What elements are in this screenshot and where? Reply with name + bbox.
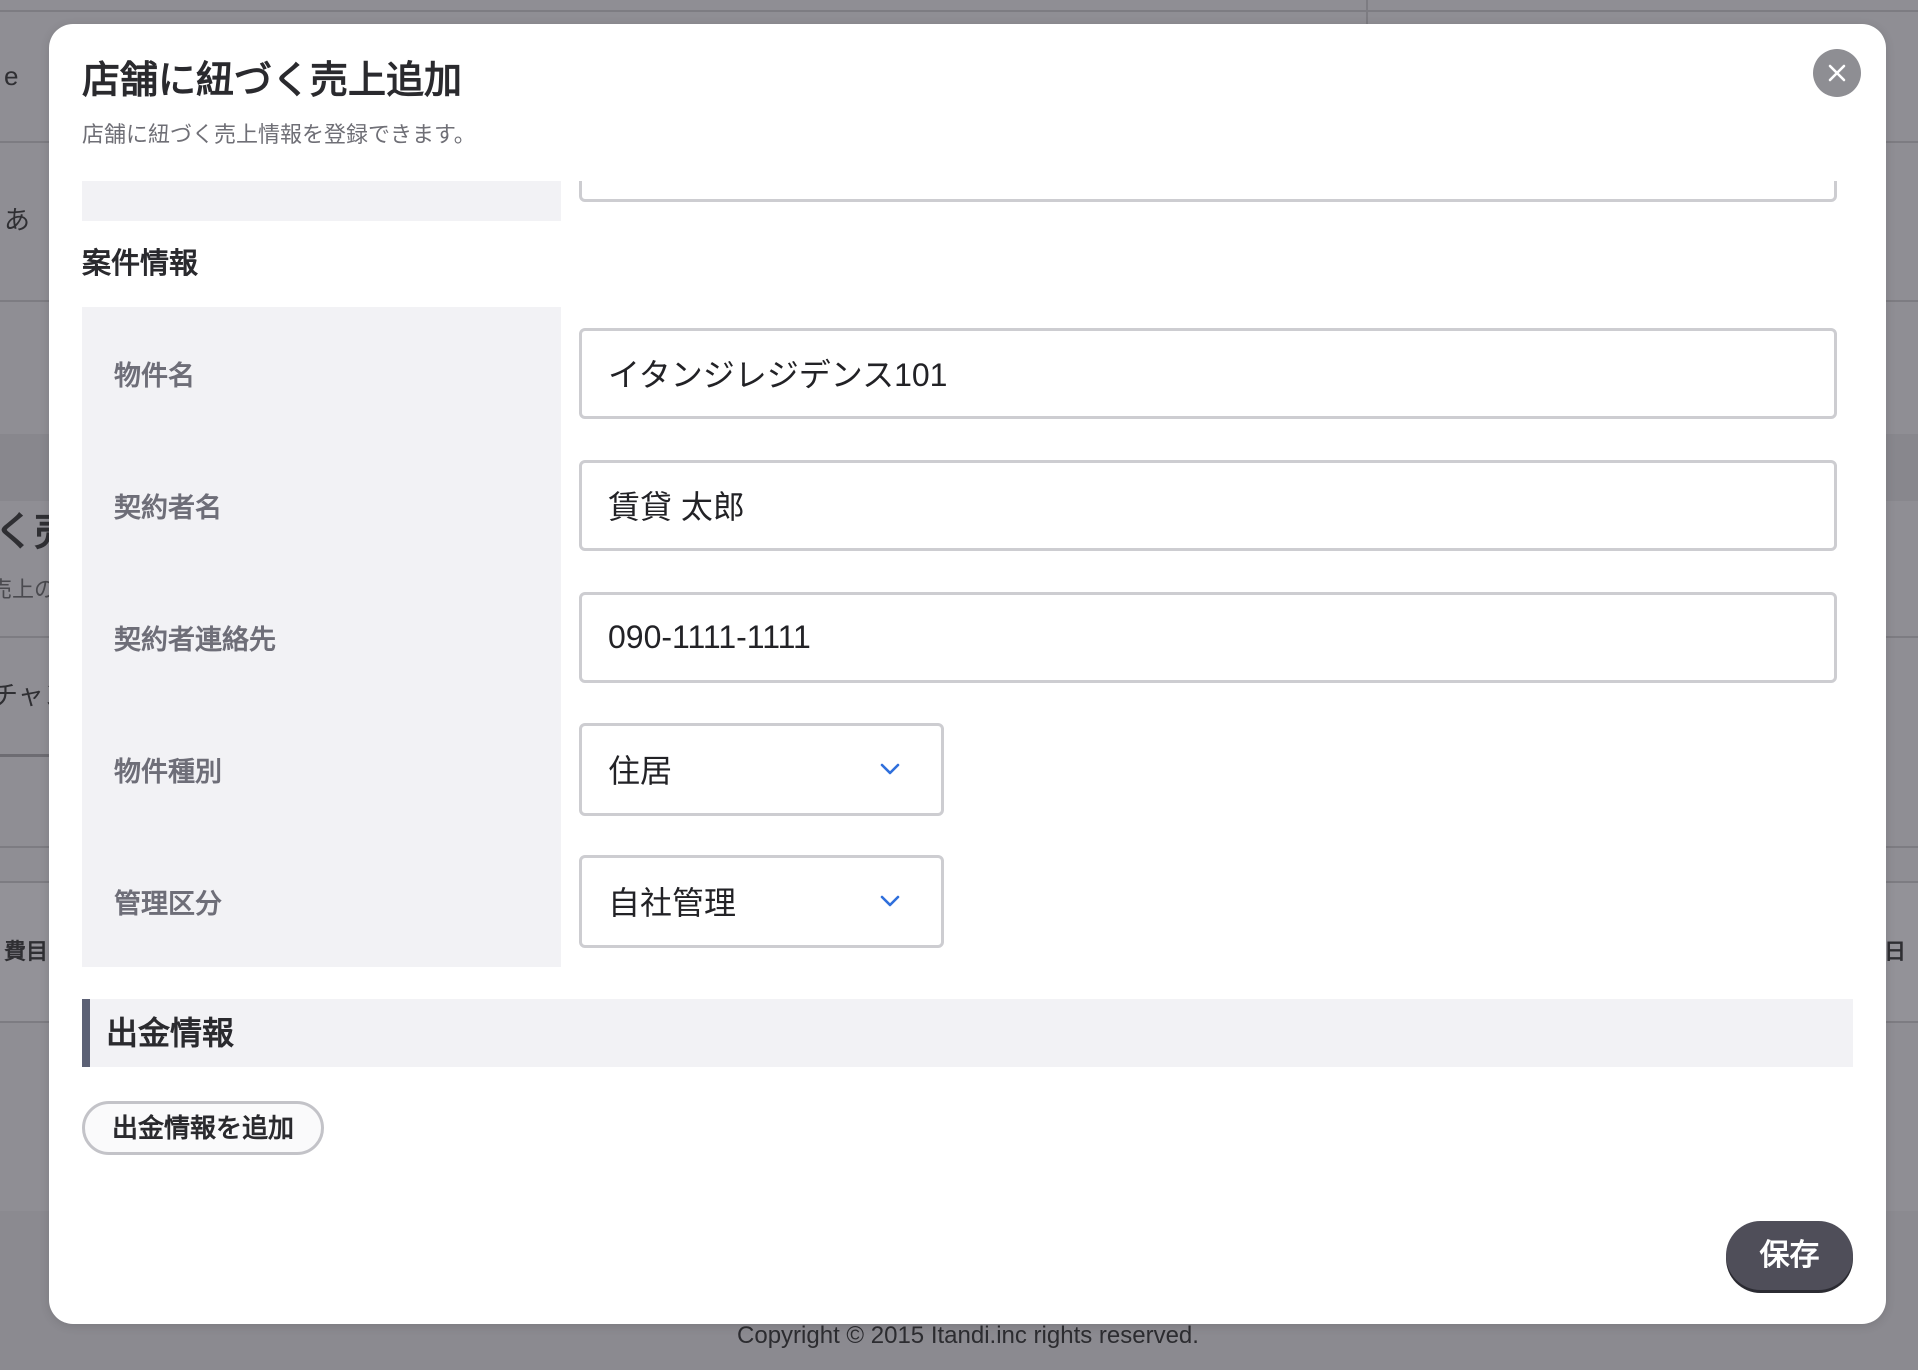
partial-field-label-cell (82, 181, 561, 221)
add-sales-modal: 店舗に紐づく売上追加 店舗に紐づく売上情報を登録できます。 案件情報 物件名 契… (49, 24, 1886, 1324)
property-name-label: 物件名 (82, 307, 561, 439)
contractor-contact-cell (561, 571, 1853, 703)
background-text: 売上の (0, 577, 57, 602)
management-type-label: 管理区分 (82, 835, 561, 967)
modal-scroll-area[interactable]: 案件情報 物件名 契約者名 契約者連絡先 物件種別 (49, 181, 1886, 1204)
copyright-footer: Copyright © 2015 Itandi.inc rights reser… (737, 1322, 1199, 1349)
case-info-form: 物件名 契約者名 契約者連絡先 物件種別 (82, 307, 1853, 967)
contractor-name-cell (561, 439, 1853, 571)
background-divider (0, 10, 1918, 12)
background-text: あ (4, 205, 31, 235)
case-info-heading: 案件情報 (82, 248, 199, 280)
close-icon (1827, 63, 1847, 83)
partial-field-input[interactable] (579, 181, 1837, 202)
background-text: e (4, 61, 19, 91)
contractor-name-input[interactable] (579, 459, 1837, 551)
contractor-name-label: 契約者名 (82, 439, 561, 571)
management-type-select[interactable]: 自社管理 (579, 854, 944, 948)
property-type-select[interactable]: 住居 (579, 722, 944, 816)
contractor-contact-label: 契約者連絡先 (82, 571, 561, 703)
save-button[interactable]: 保存 (1726, 1221, 1853, 1290)
chevron-down-icon (879, 762, 901, 776)
property-type-cell: 住居 (561, 703, 1853, 835)
background-column-header: 費目 (4, 939, 49, 964)
contractor-contact-input[interactable] (579, 591, 1837, 683)
form-row-property-name: 物件名 (82, 307, 1853, 439)
property-type-label: 物件種別 (82, 703, 561, 835)
payment-info-heading: 出金情報 (82, 999, 1853, 1067)
property-type-selected-value: 住居 (608, 753, 673, 789)
modal-title: 店舗に紐づく売上追加 (82, 60, 463, 102)
add-payment-info-button[interactable]: 出金情報を追加 (82, 1101, 324, 1155)
modal-subtitle: 店舗に紐づく売上情報を登録できます。 (82, 122, 476, 147)
form-row-property-type: 物件種別 住居 (82, 703, 1853, 835)
management-type-cell: 自社管理 (561, 835, 1853, 967)
property-name-input[interactable] (579, 327, 1837, 419)
form-row-contractor-contact: 契約者連絡先 (82, 571, 1853, 703)
property-name-cell (561, 307, 1853, 439)
management-type-selected-value: 自社管理 (608, 885, 737, 921)
close-button[interactable] (1813, 49, 1861, 97)
background-column-header: 日 (1884, 939, 1907, 964)
chevron-down-icon (879, 894, 901, 908)
form-row-management-type: 管理区分 自社管理 (82, 835, 1853, 967)
background-divider (1366, 0, 1368, 24)
form-row-contractor-name: 契約者名 (82, 439, 1853, 571)
